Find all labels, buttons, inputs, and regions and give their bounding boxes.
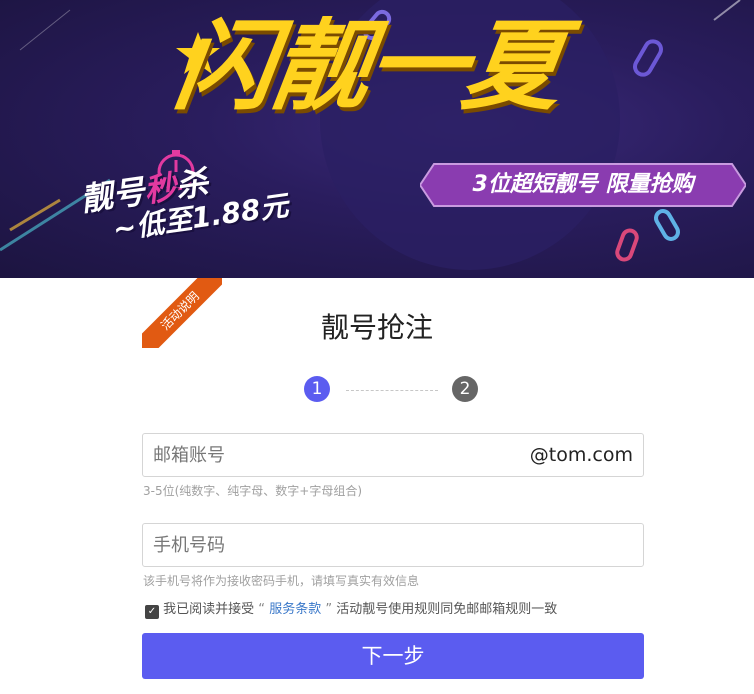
email-hint: 3-5位(纯数字、纯字母、数字+字母组合): [143, 484, 363, 498]
promo-text: 3位超短靓号 限量抢购: [472, 172, 694, 197]
step-2-indicator: 2: [452, 376, 478, 402]
phone-number-input[interactable]: [153, 524, 533, 566]
phone-field-wrapper: [142, 523, 644, 567]
email-account-input[interactable]: [153, 434, 533, 476]
agreement-prefix: 我已阅读并接受: [163, 602, 255, 617]
step-connector: [346, 390, 438, 391]
next-step-button[interactable]: 下一步: [142, 633, 644, 679]
open-quote: “: [258, 602, 266, 617]
step-1-indicator: 1: [304, 376, 330, 402]
page-title: 靓号抢注: [320, 311, 433, 344]
banner-title: 闪靓一夏: [167, 10, 569, 124]
close-quote: ”: [325, 602, 333, 617]
agreement-checkbox[interactable]: ✓: [145, 605, 159, 619]
email-field-wrapper: @tom.com: [142, 433, 644, 477]
agreement-suffix: 活动靓号使用规则同免邮邮箱规则一致: [336, 602, 558, 617]
phone-hint: 该手机号将作为接收密码手机，请填写真实有效信息: [143, 574, 420, 588]
agreement-row: ✓ 我已阅读并接受 “ 服务条款 ” 活动靓号使用规则同免邮邮箱规则一致: [145, 598, 557, 619]
terms-of-service-link[interactable]: 服务条款: [269, 602, 321, 617]
email-domain-suffix: @tom.com: [529, 444, 633, 466]
promo-banner: 闪靓一夏 3位超短靓号 限量抢购 靓号秒杀 ~低至1.88元: [0, 0, 754, 278]
